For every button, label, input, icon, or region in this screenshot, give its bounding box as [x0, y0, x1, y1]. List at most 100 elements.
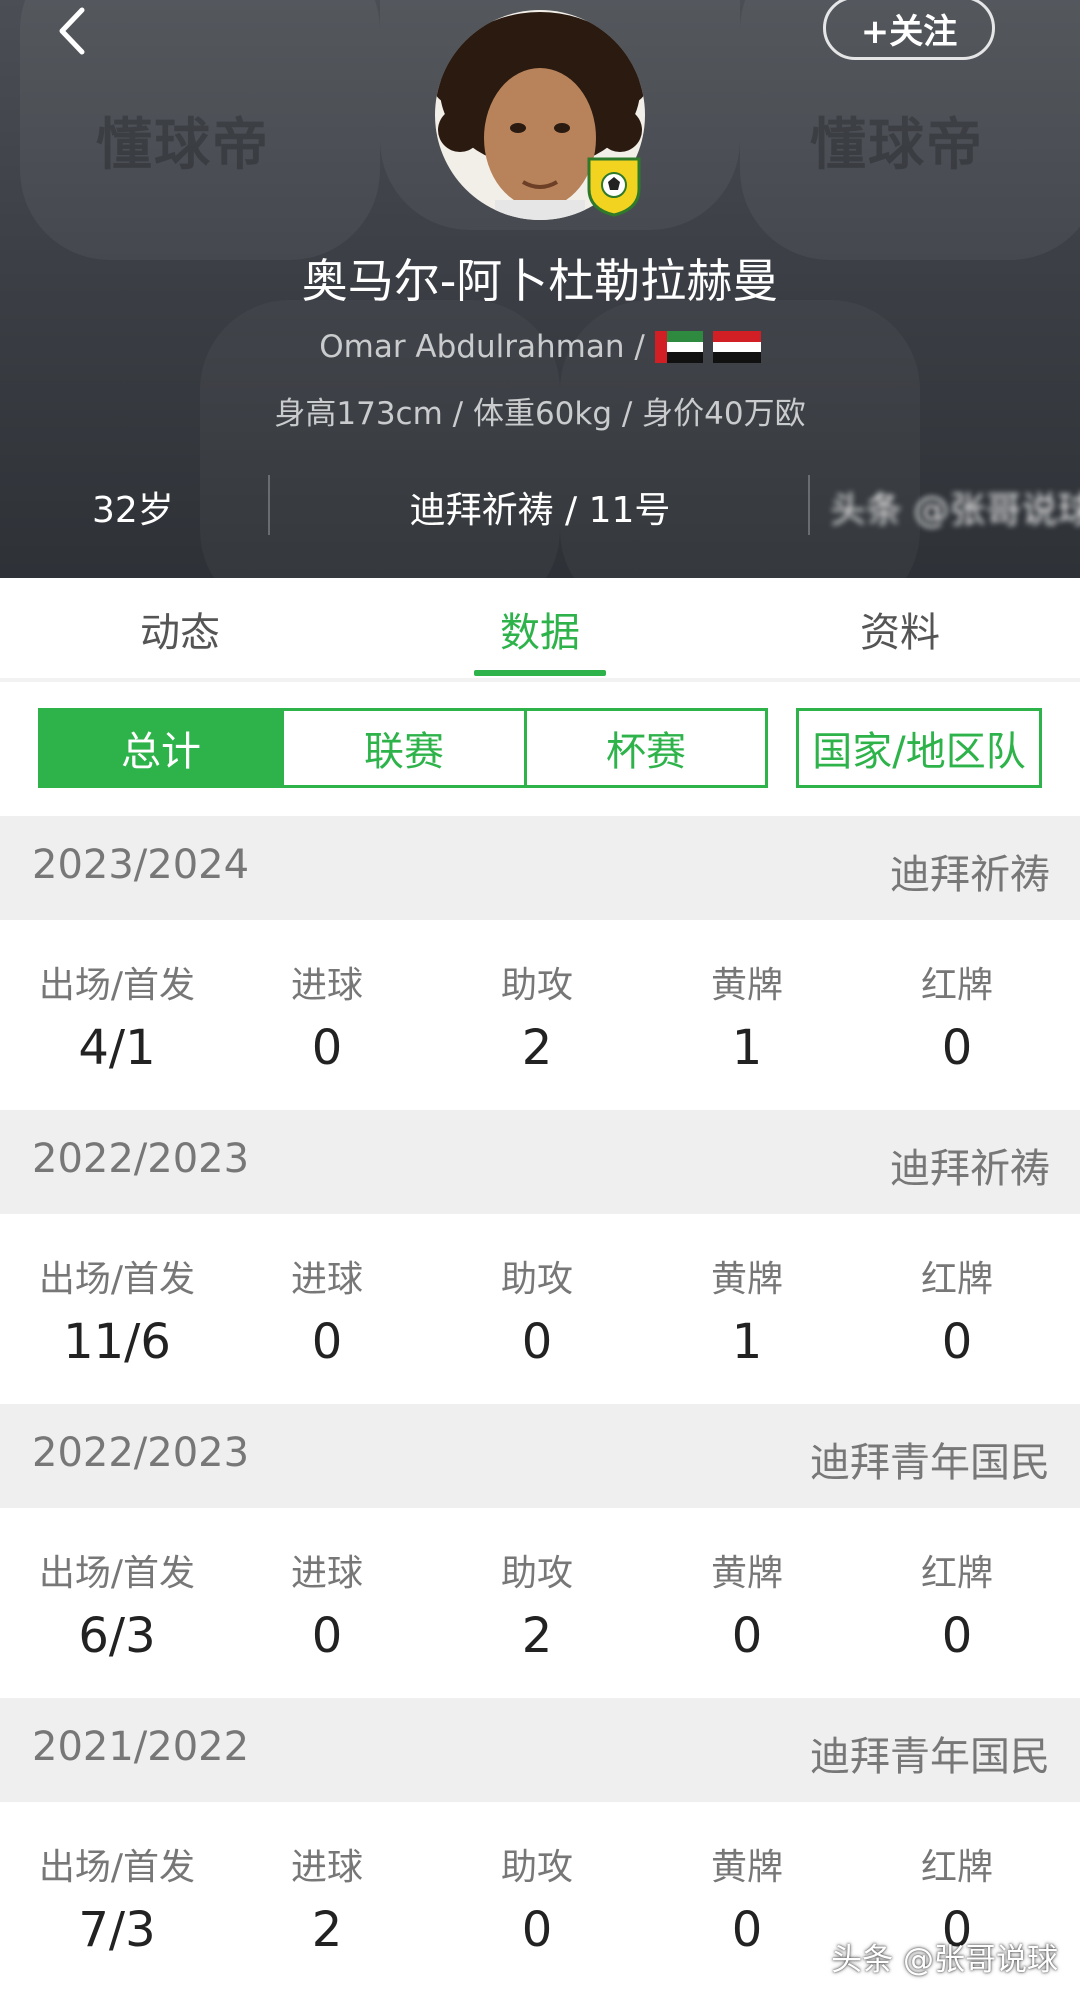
stat-value: 0	[731, 1608, 763, 1664]
stat-value: 7/3	[78, 1902, 156, 1958]
stat-value: 0	[311, 1020, 343, 1076]
season-header: 2021/2022 迪拜青年国民	[0, 1698, 1080, 1802]
club-badge-icon	[587, 157, 641, 217]
english-name: Omar Abdulrahman /	[319, 329, 645, 365]
blurred-info: 头条 @张哥说球	[830, 490, 1080, 531]
stat-cell: 进球 0	[222, 1508, 432, 1664]
stat-label: 黄牌	[710, 1553, 783, 1594]
stat-label: 进球	[290, 965, 363, 1006]
stat-cell: 助攻 0	[432, 1214, 642, 1370]
filter-cup[interactable]: 杯赛	[524, 708, 768, 788]
stat-label: 出场/首发	[38, 965, 196, 1006]
stat-label: 助攻	[500, 965, 573, 1006]
stat-cell: 助攻 2	[432, 1508, 642, 1664]
divider	[808, 475, 810, 535]
stat-value: 0	[311, 1314, 343, 1370]
stat-label: 红牌	[920, 1553, 993, 1594]
back-arrow-icon[interactable]	[52, 4, 92, 58]
filter-total[interactable]: 总计	[38, 708, 284, 788]
season-club[interactable]: 迪拜祈祷	[890, 842, 1050, 900]
stat-label: 红牌	[920, 1847, 993, 1888]
stat-cell: 进球 0	[222, 920, 432, 1076]
stat-cell: 黄牌 0	[642, 1802, 852, 1958]
player-age: 32岁	[92, 490, 174, 531]
yemen-flag-icon	[712, 331, 761, 363]
stat-cell: 出场/首发 7/3	[12, 1802, 222, 1958]
season-year: 2023/2024	[32, 842, 250, 888]
stat-label: 助攻	[500, 1553, 573, 1594]
season-header: 2023/2024 迪拜祈祷	[0, 816, 1080, 920]
uae-flag-icon	[654, 331, 703, 363]
season-year: 2022/2023	[32, 1430, 250, 1476]
stat-cell: 红牌 0	[852, 920, 1062, 1076]
stat-cell: 黄牌 1	[642, 920, 852, 1076]
stat-cell: 出场/首发 4/1	[12, 920, 222, 1076]
filter-league[interactable]: 联赛	[281, 708, 527, 788]
stat-cell: 黄牌 1	[642, 1214, 852, 1370]
tab-data[interactable]: 数据	[420, 600, 660, 658]
stat-cell: 红牌 0	[852, 1214, 1062, 1370]
stat-value: 0	[521, 1902, 553, 1958]
season-header: 2022/2023 迪拜祈祷	[0, 1110, 1080, 1214]
active-tab-indicator	[474, 670, 606, 676]
stat-cell: 出场/首发 6/3	[12, 1508, 222, 1664]
stat-value: 2	[521, 1608, 553, 1664]
stat-value: 2	[311, 1902, 343, 1958]
tab-dynamics[interactable]: 动态	[60, 600, 300, 658]
stat-value: 1	[731, 1020, 763, 1076]
english-name-row: Omar Abdulrahman /	[0, 325, 1080, 369]
stat-label: 红牌	[920, 1259, 993, 1300]
stat-label: 进球	[290, 1847, 363, 1888]
stat-value: 0	[941, 1314, 973, 1370]
player-physical-info: 身高173cm / 体重60kg / 身价40万欧	[274, 396, 806, 432]
stat-label: 进球	[290, 1259, 363, 1300]
filter-national-team[interactable]: 国家/地区队	[796, 708, 1042, 788]
stat-value: 11/6	[63, 1314, 171, 1370]
stat-label: 助攻	[500, 1259, 573, 1300]
player-name: 奥马尔-阿卜杜勒拉赫曼	[301, 254, 779, 308]
stat-label: 助攻	[500, 1847, 573, 1888]
stat-value: 2	[521, 1020, 553, 1076]
stat-value: 0	[941, 1020, 973, 1076]
season-club[interactable]: 迪拜祈祷	[890, 1136, 1050, 1194]
stat-value: 0	[311, 1608, 343, 1664]
stat-cell: 进球 0	[222, 1214, 432, 1370]
divider	[0, 678, 1080, 682]
season-year: 2022/2023	[32, 1136, 250, 1182]
stat-cell: 进球 2	[222, 1802, 432, 1958]
stat-value: 6/3	[78, 1608, 156, 1664]
player-info-bar: 32岁 迪拜祈祷 / 11号 头条 @张哥说球	[0, 465, 1080, 545]
stat-cell: 红牌 0	[852, 1508, 1062, 1664]
stat-label: 黄牌	[710, 965, 783, 1006]
stat-label: 出场/首发	[38, 1847, 196, 1888]
season-club[interactable]: 迪拜青年国民	[810, 1724, 1050, 1782]
stat-value: 1	[731, 1314, 763, 1370]
tab-profile[interactable]: 资料	[780, 600, 1020, 658]
stat-label: 出场/首发	[38, 1553, 196, 1594]
player-club-number[interactable]: 迪拜祈祷 / 11号	[270, 481, 810, 533]
stat-label: 黄牌	[710, 1259, 783, 1300]
stat-label: 黄牌	[710, 1847, 783, 1888]
season-stats-row: 出场/首发 4/1 进球 0 助攻 2 黄牌 1 红牌 0	[0, 920, 1080, 1110]
season-header: 2022/2023 迪拜青年国民	[0, 1404, 1080, 1508]
season-stats-row: 出场/首发 11/6 进球 0 助攻 0 黄牌 1 红牌 0	[0, 1214, 1080, 1404]
watermark-left: 懂球帝	[96, 113, 270, 178]
stat-value: 0	[731, 1902, 763, 1958]
player-header: 懂球帝 懂球帝 +关注 奥马尔-阿卜杜勒拉赫曼 Omar Abdulrahman…	[0, 0, 1080, 578]
stat-cell: 出场/首发 11/6	[12, 1214, 222, 1370]
stat-label: 出场/首发	[38, 1259, 196, 1300]
main-tabs: 动态 数据 资料	[0, 578, 1080, 678]
watermark-right: 懂球帝	[810, 113, 984, 178]
season-stats-row: 出场/首发 6/3 进球 0 助攻 2 黄牌 0 红牌 0	[0, 1508, 1080, 1698]
footer-watermark: 头条 @张哥说球	[831, 1942, 1058, 1978]
follow-button[interactable]: +关注	[823, 0, 995, 60]
stat-value: 0	[941, 1608, 973, 1664]
stat-cell: 助攻 0	[432, 1802, 642, 1958]
stat-label: 进球	[290, 1553, 363, 1594]
stat-label: 红牌	[920, 965, 993, 1006]
stat-value: 4/1	[78, 1020, 156, 1076]
stat-value: 0	[521, 1314, 553, 1370]
stat-cell: 助攻 2	[432, 920, 642, 1076]
season-club[interactable]: 迪拜青年国民	[810, 1430, 1050, 1488]
stat-cell: 黄牌 0	[642, 1508, 852, 1664]
